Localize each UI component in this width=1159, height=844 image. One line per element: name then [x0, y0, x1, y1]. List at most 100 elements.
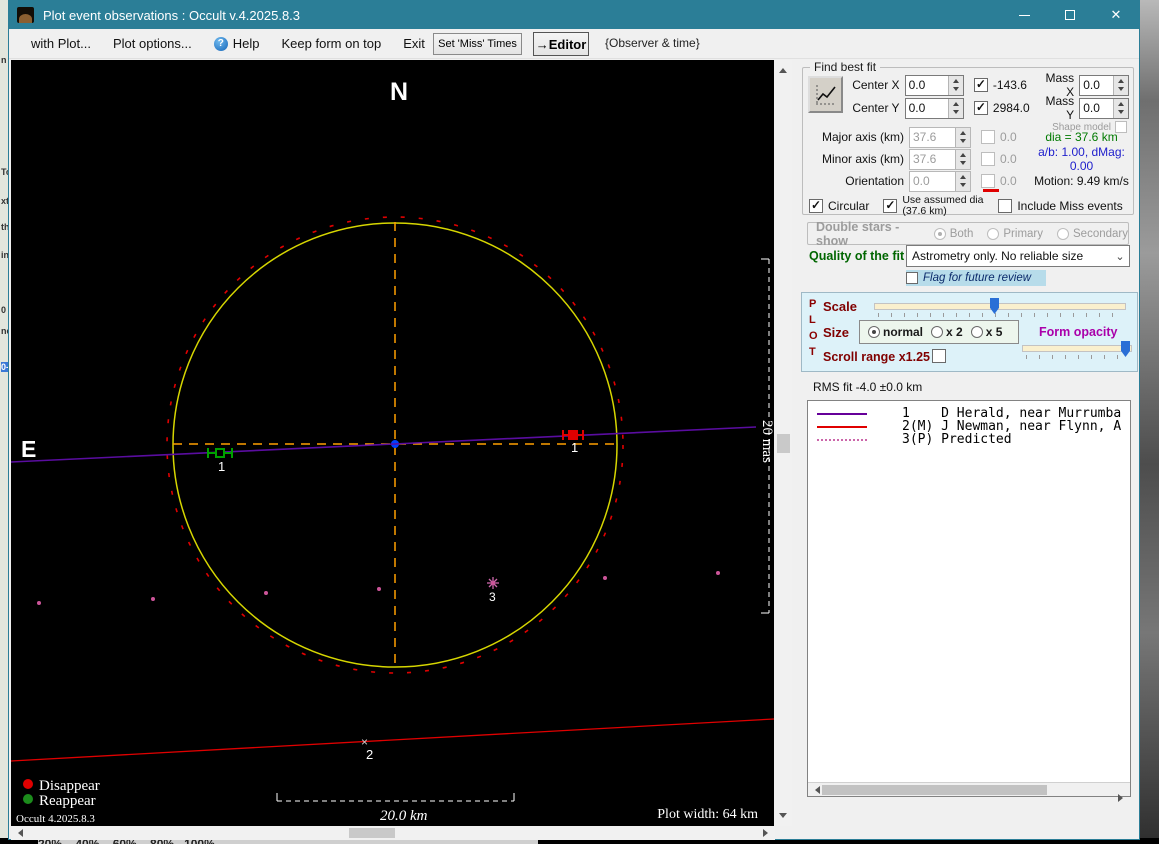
size-normal-option[interactable]: normal — [868, 325, 923, 339]
list-hscroll-thumb[interactable] — [822, 785, 1047, 795]
minor-fit-checkbox[interactable] — [981, 152, 995, 166]
double-stars-secondary[interactable]: Secondary — [1057, 227, 1128, 240]
scroll-range-label: Scroll range x1.25 — [823, 350, 931, 364]
major-fit-checkbox[interactable] — [981, 130, 995, 144]
mas-scale-label: 20 mas — [759, 420, 774, 463]
size-radio-group: normal x 2 x 5 — [859, 320, 1019, 344]
app-window: Plot event observations : Occult v.4.202… — [8, 0, 1140, 840]
flag-review-label: Flag for future review — [923, 272, 1032, 284]
circular-label: Circular — [828, 199, 870, 213]
minimize-button[interactable] — [1001, 1, 1047, 29]
chord-2-line — [10, 718, 775, 762]
minor-axis-label: Minor axis (km) — [821, 152, 904, 166]
north-label: N — [390, 78, 408, 106]
title-bar: Plot event observations : Occult v.4.202… — [9, 1, 1139, 29]
observer-time-label: {Observer & time} — [605, 36, 700, 50]
quality-label: Quality of the fit — [809, 249, 905, 263]
close-button[interactable]: ✕ — [1093, 1, 1139, 29]
minor-axis-spinner[interactable]: 37.6 — [909, 148, 971, 170]
east-label: E — [21, 436, 36, 462]
chord-1-disappear-marker — [562, 430, 584, 440]
major-fit-value: 0.0 — [1000, 130, 1017, 144]
double-stars-both[interactable]: Both — [933, 227, 973, 240]
observer-list[interactable]: 1 D Herald, near Murrumba 2(M) J Newman,… — [807, 400, 1131, 802]
help-icon: ? — [213, 36, 228, 51]
scale-slider-track[interactable] — [874, 303, 1126, 310]
center-y-label: Center Y — [852, 101, 900, 115]
use-assumed-checkbox[interactable] — [883, 199, 898, 213]
plot-canvas[interactable]: 1 1 × 2 3 N E 20 mas 20.0 km Disappear R… — [10, 60, 775, 826]
plot-vscroll-thumb[interactable] — [777, 434, 790, 453]
find-best-fit-title: Find best fit — [810, 60, 881, 74]
mass-x-spinner[interactable]: 0.0 — [1079, 74, 1129, 96]
minimize-icon — [1018, 14, 1030, 16]
reappear-dot-icon — [23, 794, 33, 804]
fit-x-checkbox[interactable] — [973, 78, 988, 92]
maximize-icon — [1065, 10, 1075, 20]
scroll-right-icon[interactable] — [763, 829, 772, 837]
menu-help[interactable]: ? Help — [213, 36, 260, 51]
major-axis-label: Major axis (km) — [821, 130, 904, 144]
opacity-slider-track[interactable] — [1022, 345, 1132, 352]
chord-2-line-sample — [817, 425, 867, 428]
menu-bar: with Plot... Plot options... ? Help Keep… — [9, 29, 1139, 59]
center-y-spinner[interactable]: 0.0 — [904, 97, 964, 119]
plot-hscroll-thumb[interactable] — [349, 828, 395, 838]
scroll-left-icon[interactable] — [14, 829, 23, 837]
list-scroll-right-icon[interactable] — [1118, 794, 1127, 802]
list-horizontal-scrollbar[interactable] — [808, 782, 1130, 802]
diameter-label: dia = 37.6 km — [1045, 130, 1118, 144]
bg-fragment: 0 — [1, 305, 7, 315]
quality-dropdown[interactable]: Astrometry only. No reliable size ⌄ — [906, 245, 1130, 267]
menu-keep-form-on-top[interactable]: Keep form on top — [282, 36, 382, 51]
rms-fit-label: RMS fit -4.0 ±0.0 km — [813, 380, 923, 394]
flag-review-row: Flag for future review — [906, 270, 1046, 286]
scroll-range-checkbox[interactable] — [932, 349, 946, 363]
size-normal-radio — [868, 326, 880, 338]
secondary-radio — [1057, 227, 1070, 240]
chord-3-line-sample — [817, 438, 867, 441]
chord2-color-indicator — [983, 189, 999, 192]
list-scroll-left-icon[interactable] — [811, 786, 820, 794]
orientation-spinner[interactable]: 0.0 — [909, 170, 971, 192]
size-x2-option[interactable]: x 2 — [931, 325, 963, 339]
control-panel: Find best fit Center X 0.0 -143.6 Mass X — [794, 59, 1139, 839]
menu-exit[interactable]: Exit — [403, 36, 425, 51]
list-item[interactable]: 3(P) Predicted — [808, 432, 1130, 447]
scale-slider-thumb[interactable] — [990, 298, 999, 314]
size-x2-radio — [931, 326, 944, 338]
plot-vertical-scrollbar[interactable] — [775, 60, 792, 826]
size-x5-option[interactable]: x 5 — [970, 325, 1002, 339]
flag-review-checkbox[interactable] — [906, 272, 918, 284]
disappear-dot-icon — [23, 779, 33, 789]
circular-checkbox[interactable] — [809, 199, 823, 213]
set-miss-times-button[interactable]: Set 'Miss' Times — [433, 33, 522, 55]
find-best-fit-group: Find best fit Center X 0.0 -143.6 Mass X — [802, 60, 1134, 217]
scroll-up-icon[interactable] — [779, 64, 787, 73]
double-stars-primary[interactable]: Primary — [987, 227, 1043, 240]
ab-dmag-label: a/b: 1.00, dMag: 0.00 — [1038, 145, 1125, 173]
minor-fit-value: 0.0 — [1000, 152, 1017, 166]
center-x-label: Center X — [852, 78, 900, 92]
chord-1-line — [10, 426, 757, 463]
maximize-button[interactable] — [1047, 1, 1093, 29]
editor-button[interactable]: →Editor — [533, 32, 589, 56]
menu-with-plot[interactable]: with Plot... — [31, 36, 91, 51]
include-miss-checkbox[interactable] — [998, 199, 1013, 213]
scroll-down-icon[interactable] — [779, 813, 787, 822]
double-stars-title: Double stars - show — [816, 219, 900, 248]
use-assumed-label: Use assumed dia (37.6 km) — [902, 194, 984, 217]
orientation-fit-checkbox[interactable] — [981, 174, 995, 188]
mass-y-label: Mass Y — [1045, 94, 1075, 122]
km-scale-label: 20.0 km — [380, 808, 428, 824]
plot-horizontal-scrollbar[interactable] — [11, 826, 775, 840]
legend-reappear: Reappear — [39, 793, 96, 809]
quality-value: Astrometry only. No reliable size — [912, 249, 1084, 263]
both-radio — [933, 227, 946, 240]
center-x-spinner[interactable]: 0.0 — [904, 74, 964, 96]
fit-y-checkbox[interactable] — [973, 101, 988, 115]
menu-plot-options[interactable]: Plot options... — [113, 36, 192, 51]
major-axis-spinner[interactable]: 37.6 — [909, 126, 971, 148]
opacity-slider-ticks — [1026, 355, 1128, 359]
mass-y-spinner[interactable]: 0.0 — [1079, 97, 1129, 119]
